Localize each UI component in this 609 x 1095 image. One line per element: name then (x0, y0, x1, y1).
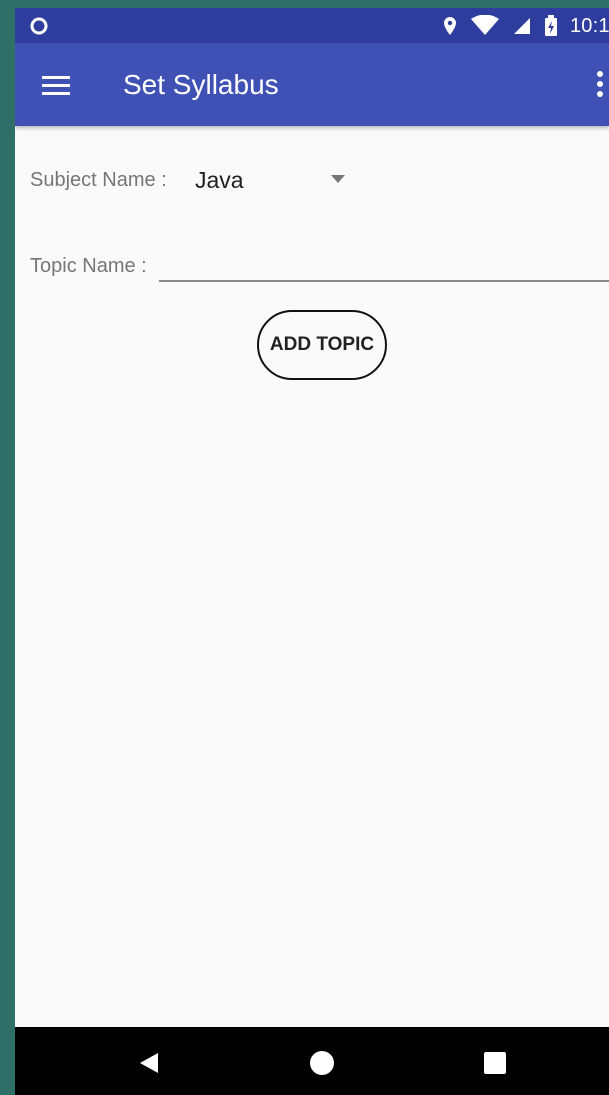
hamburger-menu-icon (40, 71, 72, 99)
more-vert-icon (595, 69, 605, 99)
phone-screen: 10:18 Set Syllabus Su (15, 8, 609, 1095)
back-triangle-icon (138, 1052, 160, 1074)
page-title: Set Syllabus (123, 69, 279, 100)
wifi-icon (470, 15, 500, 37)
status-icons: 10:18 (442, 14, 609, 38)
cellular-signal-icon (512, 16, 532, 36)
overflow-menu-button[interactable] (595, 69, 605, 99)
topic-name-label: Topic Name : (30, 255, 147, 277)
subject-name-label: Subject Name : (30, 169, 167, 191)
menu-button[interactable] (40, 71, 72, 99)
battery-charging-icon (544, 15, 558, 37)
status-time: 10:18 (569, 15, 609, 37)
subject-selected-value: Java (195, 167, 244, 193)
system-navigation-bar (15, 1027, 609, 1095)
app-bar: Set Syllabus (15, 43, 609, 126)
circle-notification-icon (30, 17, 48, 35)
home-button[interactable] (310, 1051, 334, 1075)
recents-button[interactable] (484, 1052, 506, 1074)
set-syllabus-form: Subject Name : Java Topic Name : ADD TOP… (15, 126, 609, 1027)
status-bar: 10:18 (15, 8, 609, 43)
dropdown-arrow-icon (331, 175, 345, 183)
topic-name-input[interactable] (159, 244, 609, 282)
location-icon (442, 16, 458, 36)
subject-dropdown[interactable]: Java (195, 165, 360, 195)
back-button[interactable] (138, 1052, 160, 1074)
add-topic-button[interactable]: ADD TOPIC (257, 310, 387, 380)
